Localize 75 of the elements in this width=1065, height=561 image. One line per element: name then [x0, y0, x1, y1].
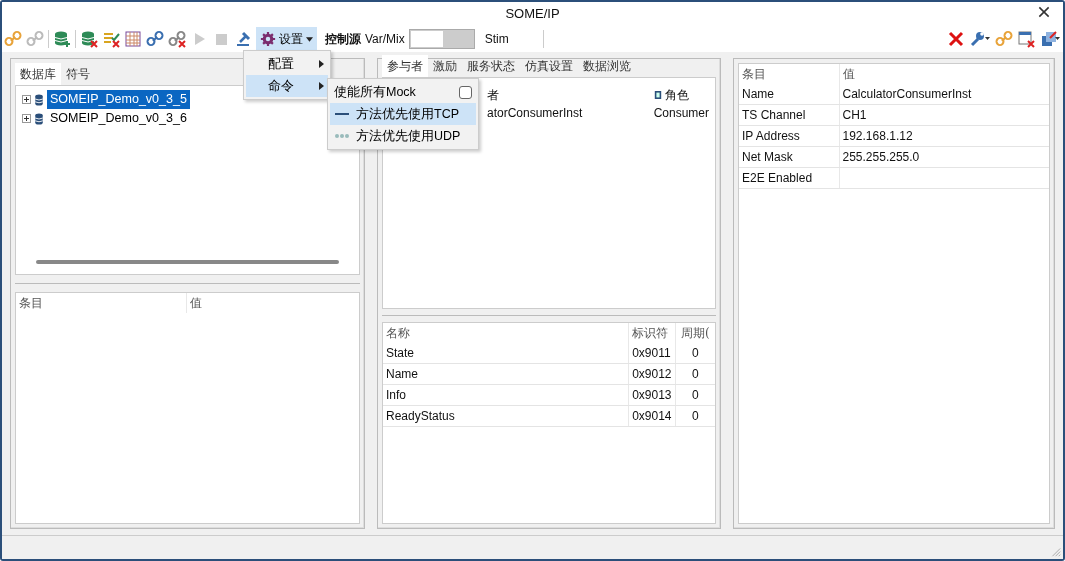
tree-item[interactable]: SOMEIP_Demo_v0_3_5 — [47, 90, 190, 109]
table-cell: 0x9011 — [628, 343, 675, 364]
table-cell: Net Mask — [739, 146, 839, 168]
table-cell: 0 — [675, 384, 715, 406]
tree-item[interactable]: SOMEIP_Demo_v0_3_6 — [47, 109, 190, 128]
list-remove-icon[interactable] — [102, 30, 120, 48]
grid-icon[interactable] — [124, 30, 142, 48]
column-header: 条目 — [739, 64, 839, 84]
table-cell: ReadyStatus — [383, 405, 629, 427]
expand-icon[interactable] — [22, 114, 31, 123]
table-cell: CH1 — [839, 104, 1049, 126]
table-cell: E2E Enabled — [739, 167, 839, 189]
gear-icon — [260, 30, 276, 48]
mode-label: Var/Mix — [365, 31, 405, 48]
window-remove-icon[interactable] — [1017, 30, 1035, 48]
table-cell: 0x9013 — [628, 384, 675, 406]
caret-icon — [306, 36, 313, 42]
table-cell-text: Consumer — [653, 105, 709, 122]
column-header: 标识符 — [628, 323, 675, 343]
menu-item[interactable]: 使能所有Mock — [330, 81, 476, 103]
tab[interactable]: 仿真设置 — [520, 55, 578, 77]
tab[interactable]: 服务状态 — [462, 55, 520, 77]
expand-icon[interactable] — [22, 95, 31, 104]
table-cell: IP Address — [739, 125, 839, 147]
tag-icon — [653, 90, 662, 100]
mode-label: Stim — [484, 31, 509, 48]
table-cell: Name — [739, 84, 839, 105]
settings-button[interactable]: 设置 — [256, 27, 317, 51]
link-remove-icon[interactable] — [168, 30, 186, 48]
menu-item[interactable]: 配置 — [246, 53, 328, 75]
column-header: 值 — [839, 64, 1049, 84]
column-header: 者 — [487, 87, 500, 104]
dots-icon — [334, 131, 350, 141]
tab[interactable]: 数据浏览 — [578, 55, 636, 77]
control-source-label: 控制源 — [325, 31, 361, 48]
tab[interactable]: 激励 — [428, 55, 462, 77]
close-icon[interactable] — [1037, 5, 1051, 19]
table-cell: TS Channel — [739, 104, 839, 126]
submenu-arrow-icon — [319, 60, 324, 68]
tab[interactable]: 数据库 — [15, 63, 61, 85]
database-icon — [34, 93, 44, 106]
submenu-arrow-icon — [319, 82, 324, 90]
table-cell: State — [383, 343, 629, 364]
table-cell: 0 — [675, 405, 715, 427]
tab[interactable]: 符号 — [61, 63, 95, 85]
export-icon[interactable] — [1039, 30, 1061, 48]
table-cell: 0x9014 — [628, 405, 675, 427]
hammer-icon[interactable] — [234, 30, 252, 48]
window-title: SOME/IP — [505, 5, 560, 24]
column-header: 名称 — [383, 323, 629, 343]
database-add-icon[interactable] — [53, 30, 71, 48]
table-cell: 192.168.1.12 — [839, 125, 1049, 147]
tab[interactable]: 参与者 — [382, 55, 428, 77]
database-icon — [34, 112, 44, 125]
link-icon[interactable] — [146, 30, 164, 48]
table-cell: 0 — [675, 343, 715, 364]
table-cell: 255.255.255.0 — [839, 146, 1049, 168]
wrench-icon[interactable] — [969, 30, 991, 48]
scrollbar[interactable] — [36, 260, 339, 264]
table-cell: 0 — [675, 363, 715, 385]
column-header: 角色 — [664, 87, 689, 104]
table-cell: Info — [383, 384, 629, 406]
menu-item[interactable]: 方法优先使用UDP — [330, 125, 476, 147]
column-header: 值 — [186, 293, 359, 313]
column-header: 条目 — [16, 293, 186, 313]
table-cell-text: atorConsumerInst — [487, 105, 584, 122]
database-remove-icon[interactable] — [80, 30, 98, 48]
menu-item[interactable]: 命令 — [246, 75, 328, 97]
mode-switch[interactable] — [408, 29, 475, 49]
menu-item[interactable]: 方法优先使用TCP — [330, 103, 476, 125]
column-header: 周期( — [675, 323, 715, 343]
table-cell: Name — [383, 363, 629, 385]
table-cell: 0x9012 — [628, 363, 675, 385]
table-cell: CalculatorConsumerInst — [839, 84, 1049, 105]
checkbox[interactable] — [459, 85, 472, 99]
